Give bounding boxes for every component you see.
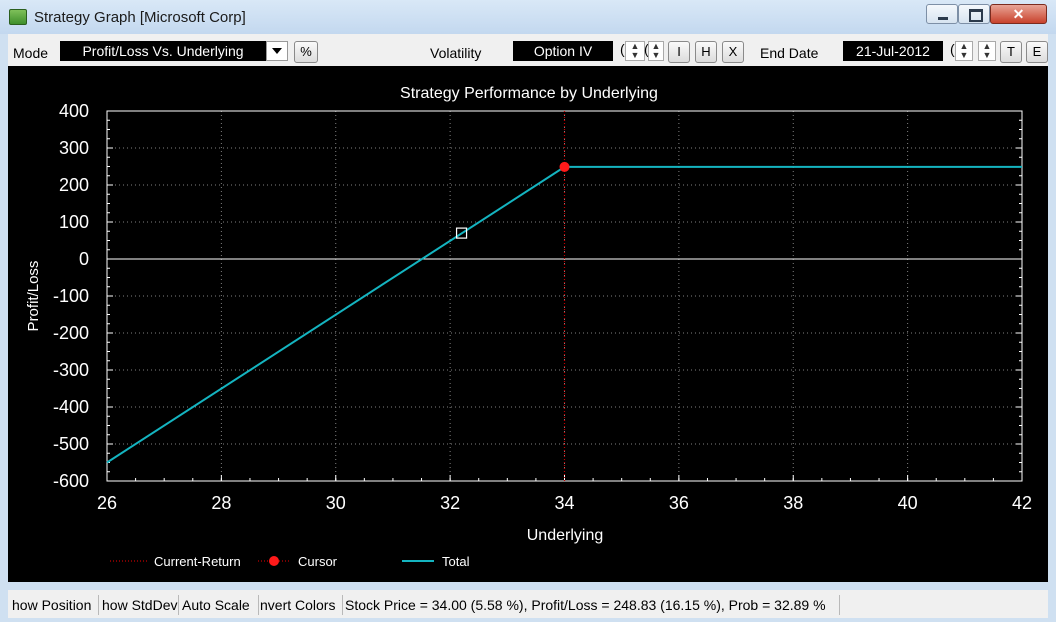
volatility-field[interactable]: Option IV xyxy=(513,41,613,61)
chart-area: Strategy Performance by Underlying Under… xyxy=(8,66,1048,582)
x-tick-label: 28 xyxy=(211,493,231,513)
x-tick-label: 40 xyxy=(898,493,918,513)
end-date-label: End Date xyxy=(760,45,819,61)
t-button[interactable]: T xyxy=(1000,41,1022,63)
strategy-chart[interactable]: Strategy Performance by Underlying Under… xyxy=(8,66,1048,582)
y-tick-label: -600 xyxy=(53,471,89,491)
close-button[interactable]: ✕ xyxy=(990,4,1047,24)
x-tick-label: 34 xyxy=(554,493,574,513)
i-button[interactable]: I xyxy=(668,41,690,63)
y-tick-label: 200 xyxy=(59,175,89,195)
volatility-spinner-a[interactable]: ▲ ▼ xyxy=(625,41,645,61)
x-tick-label: 38 xyxy=(783,493,803,513)
volatility-spinner-b[interactable]: ▲ ▼ xyxy=(648,41,664,61)
e-button[interactable]: E xyxy=(1026,41,1048,63)
cursor-point[interactable] xyxy=(559,161,570,172)
end-date-field[interactable]: 21-Jul-2012 xyxy=(843,41,943,61)
y-tick-label: 400 xyxy=(59,101,89,121)
x-tick-label: 42 xyxy=(1012,493,1032,513)
auto-scale-button[interactable]: Auto Scale xyxy=(182,595,259,615)
app-icon xyxy=(9,9,27,25)
legend-label-cursor: Cursor xyxy=(298,554,338,569)
h-button[interactable]: H xyxy=(695,41,717,63)
window-title: Strategy Graph [Microsoft Corp] xyxy=(34,9,246,26)
y-axis-label: Profit/Loss xyxy=(25,261,42,332)
legend-swatch-cursor-dot xyxy=(269,556,279,566)
status-summary: Stock Price = 34.00 (5.58 %), Profit/Los… xyxy=(345,595,840,615)
chevron-down-icon[interactable] xyxy=(266,41,288,61)
x-button[interactable]: X xyxy=(722,41,744,63)
x-tick-label: 32 xyxy=(440,493,460,513)
toolbar: Mode Profit/Loss Vs. Underlying % Volati… xyxy=(8,34,1048,66)
minimize-button[interactable] xyxy=(926,4,958,24)
x-tick-label: 36 xyxy=(669,493,689,513)
end-date-input[interactable]: ( xyxy=(950,41,955,57)
x-tick-label: 26 xyxy=(97,493,117,513)
percent-button[interactable]: % xyxy=(294,41,318,63)
y-tick-label: 0 xyxy=(79,249,89,269)
volatility-input-a[interactable]: ( xyxy=(620,41,625,57)
y-tick-label: -200 xyxy=(53,323,89,343)
maximize-button[interactable] xyxy=(958,4,990,24)
y-tick-label: -400 xyxy=(53,397,89,417)
close-icon: ✕ xyxy=(1012,6,1025,22)
mode-label: Mode xyxy=(13,45,49,61)
show-stddev-button[interactable]: how StdDev xyxy=(102,595,179,615)
end-date-spinner-b[interactable]: ▲ ▼ xyxy=(978,41,996,61)
x-axis-label: Underlying xyxy=(527,527,603,544)
y-tick-label: 300 xyxy=(59,138,89,158)
volatility-label: Volatility xyxy=(430,45,482,61)
x-tick-label: 30 xyxy=(326,493,346,513)
y-tick-label: -300 xyxy=(53,360,89,380)
y-tick-label: -100 xyxy=(53,286,89,306)
chart-title: Strategy Performance by Underlying xyxy=(400,85,658,102)
y-tick-label: 100 xyxy=(59,212,89,232)
y-tick-label: -500 xyxy=(53,434,89,454)
title-bar: Strategy Graph [Microsoft Corp] ✕ xyxy=(0,0,1056,34)
end-date-spinner-a[interactable]: ▲ ▼ xyxy=(955,41,973,61)
legend-label-total: Total xyxy=(442,554,470,569)
show-positions-button[interactable]: how Position xyxy=(12,595,99,615)
legend-label-current-return: Current-Return xyxy=(154,554,241,569)
invert-colors-button[interactable]: nvert Colors xyxy=(260,595,343,615)
mode-select[interactable]: Profit/Loss Vs. Underlying xyxy=(60,41,266,61)
status-bar: how Position how StdDev Auto Scale nvert… xyxy=(8,590,1048,618)
